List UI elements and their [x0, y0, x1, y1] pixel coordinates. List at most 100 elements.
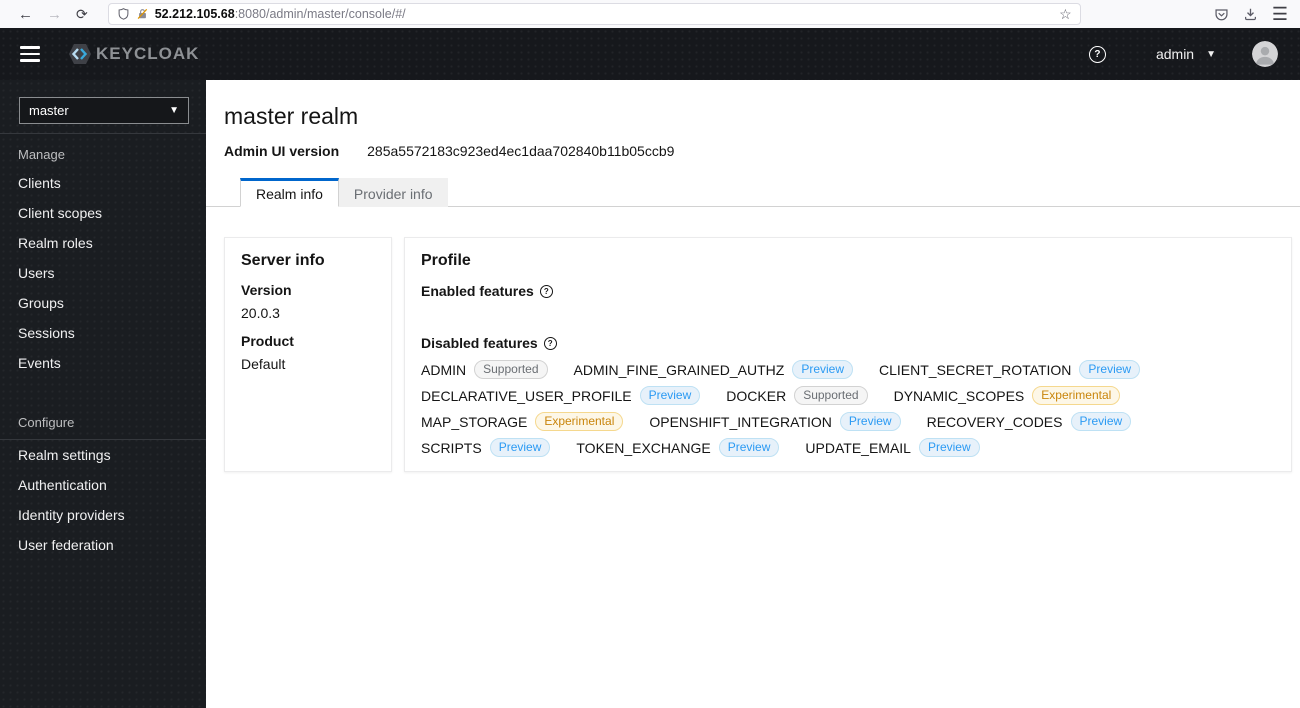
feature-name: ADMIN_FINE_GRAINED_AUTHZ [573, 361, 785, 378]
browser-menu-icon[interactable]: ☰ [1272, 5, 1288, 23]
nav-group-configure: Configure Realm settings Authentication Ide… [0, 402, 206, 560]
realm-selector[interactable]: master ▼ [19, 97, 189, 124]
insecure-lock-icon[interactable] [136, 7, 149, 21]
main-content: master realm Admin UI version 285a557218… [206, 80, 1300, 708]
keycloak-logo[interactable]: KEYCLOAK [68, 42, 199, 66]
brand-text: KEYCLOAK [96, 44, 200, 63]
help-question-icon[interactable]: ? [539, 284, 553, 298]
help-icon[interactable]: ? [1088, 45, 1106, 63]
sidebar-item-users[interactable]: Users [0, 258, 206, 288]
feature-scripts: SCRIPTS Preview [421, 438, 551, 457]
sidebar-item-client-scopes[interactable]: Client scopes [0, 198, 206, 228]
sidebar-item-realm-settings[interactable]: Realm settings [0, 440, 206, 470]
feature-name: TOKEN_EXCHANGE [576, 439, 711, 456]
feature-badge-experimental: Experimental [1032, 386, 1121, 405]
feature-client-secret-rotation: CLIENT_SECRET_ROTATION Preview [879, 360, 1141, 379]
feature-token-exchange: TOKEN_EXCHANGE Preview [576, 438, 780, 457]
browser-back-icon[interactable]: ← [18, 7, 33, 22]
sidebar-item-groups[interactable]: Groups [0, 288, 206, 318]
sidebar-nav: Manage Clients Client scopes Realm roles Use… [0, 134, 206, 560]
avatar[interactable] [1252, 41, 1278, 67]
sidebar-item-events[interactable]: Events [0, 348, 206, 378]
field-label-product: Product [241, 333, 294, 349]
admin-ui-version-label: Admin UI version [224, 143, 340, 159]
sidebar-item-clients[interactable]: Clients [0, 168, 206, 198]
feature-docker: DOCKER Supported [726, 386, 868, 405]
feature-badge-preview: Preview [918, 438, 980, 457]
user-menu[interactable]: admin ▼ [1156, 46, 1216, 62]
admin-ui-version: Admin UI version 285a5572183c923ed4ec1da… [224, 143, 1300, 159]
field-value-version: 20.0.3 [241, 305, 280, 321]
feature-badge-preview: Preview [718, 438, 780, 457]
tab-provider-info[interactable]: Provider info [338, 178, 448, 207]
feature-openshift-integration: OPENSHIFT_INTEGRATION Preview [649, 412, 901, 431]
sidebar-item-realm-roles[interactable]: Realm roles [0, 228, 206, 258]
field-label-version: Version [241, 282, 292, 298]
nav-toggle-icon[interactable] [20, 46, 40, 62]
feature-name: RECOVERY_CODES [926, 413, 1063, 430]
feature-update-email: UPDATE_EMAIL Preview [805, 438, 980, 457]
sidebar-item-authentication[interactable]: Authentication [0, 470, 206, 500]
feature-name: DECLARATIVE_USER_PROFILE [421, 387, 632, 404]
feature-declarative-user-profile: DECLARATIVE_USER_PROFILE Preview [421, 386, 701, 405]
feature-badge-preview: Preview [489, 438, 551, 457]
keycloak-logo-icon [68, 42, 92, 66]
feature-name: OPENSHIFT_INTEGRATION [649, 413, 832, 430]
nav-group-title-configure: Configure [18, 415, 75, 430]
tracking-shield-icon[interactable] [117, 7, 130, 21]
feature-admin-fine-grained-authz: ADMIN_FINE_GRAINED_AUTHZ Preview [574, 360, 854, 379]
nav-group-title-manage: Manage [18, 147, 65, 162]
feature-badge-preview: Preview [839, 412, 901, 431]
feature-badge-experimental: Experimental [535, 412, 624, 431]
bookmark-star-icon[interactable]: ☆ [1059, 6, 1072, 23]
feature-badge-supported: Supported [474, 360, 548, 379]
chevron-down-icon: ▼ [1206, 48, 1216, 60]
sidebar-item-sessions[interactable]: Sessions [0, 318, 206, 348]
downloads-icon[interactable] [1243, 7, 1258, 22]
feature-badge-preview: Preview [1079, 360, 1141, 379]
pocket-icon[interactable] [1214, 7, 1229, 22]
enabled-features-label: Enabled features [421, 283, 534, 299]
feature-dynamic-scopes: DYNAMIC_SCOPES Experimental [894, 386, 1121, 405]
profile-title: Profile [421, 252, 471, 269]
feature-name: MAP_STORAGE [421, 413, 528, 430]
masthead: KEYCLOAK ? admin ▼ [0, 28, 1300, 80]
help-question-icon[interactable]: ? [543, 336, 557, 350]
browser-forward-icon[interactable]: → [47, 7, 62, 22]
feature-name: UPDATE_EMAIL [805, 439, 911, 456]
feature-admin: ADMIN Supported [421, 360, 548, 379]
sidebar: master ▼ Manage Clients Client scopes Realm… [0, 80, 206, 708]
browser-reload-icon[interactable]: ⟳ [76, 6, 88, 23]
browser-url-bar[interactable]: 52.212.105.68:8080/admin/master/console/… [107, 3, 1081, 25]
feature-name: SCRIPTS [421, 439, 482, 456]
enabled-features-header: Enabled features ? [421, 283, 1275, 299]
realm-selector-value: master [29, 103, 69, 118]
feature-name: DOCKER [726, 387, 787, 404]
disabled-features-header: Disabled features ? [421, 335, 1275, 351]
nav-group-manage: Manage Clients Client scopes Realm roles Use… [0, 134, 206, 378]
browser-toolbar: ← → ⟳ 52.212.105.68:8080/admin/master/co… [0, 0, 1300, 28]
sidebar-item-user-federation[interactable]: User federation [0, 530, 206, 560]
disabled-features-label: Disabled features [421, 335, 538, 351]
feature-badge-preview: Preview [639, 386, 701, 405]
profile-card: Profile Enabled features ? Disabled feat… [404, 237, 1292, 472]
tab-realm-info[interactable]: Realm info [240, 178, 339, 207]
server-info-title: Server info [241, 252, 325, 269]
admin-ui-version-value: 285a5572183c923ed4ec1daa702840b11b05ccb9 [367, 143, 675, 159]
server-info-fields: Version 20.0.3 Product Default [241, 282, 375, 372]
feature-badge-supported: Supported [794, 386, 868, 405]
page-title: master realm [224, 103, 359, 129]
username-label: admin [1155, 46, 1195, 62]
url-text[interactable]: 52.212.105.68:8080/admin/master/console/… [155, 7, 1053, 21]
sidebar-item-identity-providers[interactable]: Identity providers [0, 500, 206, 530]
feature-name: DYNAMIC_SCOPES [893, 387, 1025, 404]
field-value-product: Default [241, 356, 286, 372]
feature-badge-preview: Preview [1070, 412, 1132, 431]
feature-map-storage: MAP_STORAGE Experimental [421, 412, 624, 431]
disabled-features-list: ADMIN Supported ADMIN_FINE_GRAINED_AUTHZ Pr… [421, 360, 1275, 457]
server-info-card: Server info Version 20.0.3 Product Default [224, 237, 392, 472]
feature-name: CLIENT_SECRET_ROTATION [879, 361, 1072, 378]
feature-recovery-codes: RECOVERY_CODES Preview [927, 412, 1132, 431]
feature-name: ADMIN [421, 361, 467, 378]
feature-badge-preview: Preview [792, 360, 854, 379]
